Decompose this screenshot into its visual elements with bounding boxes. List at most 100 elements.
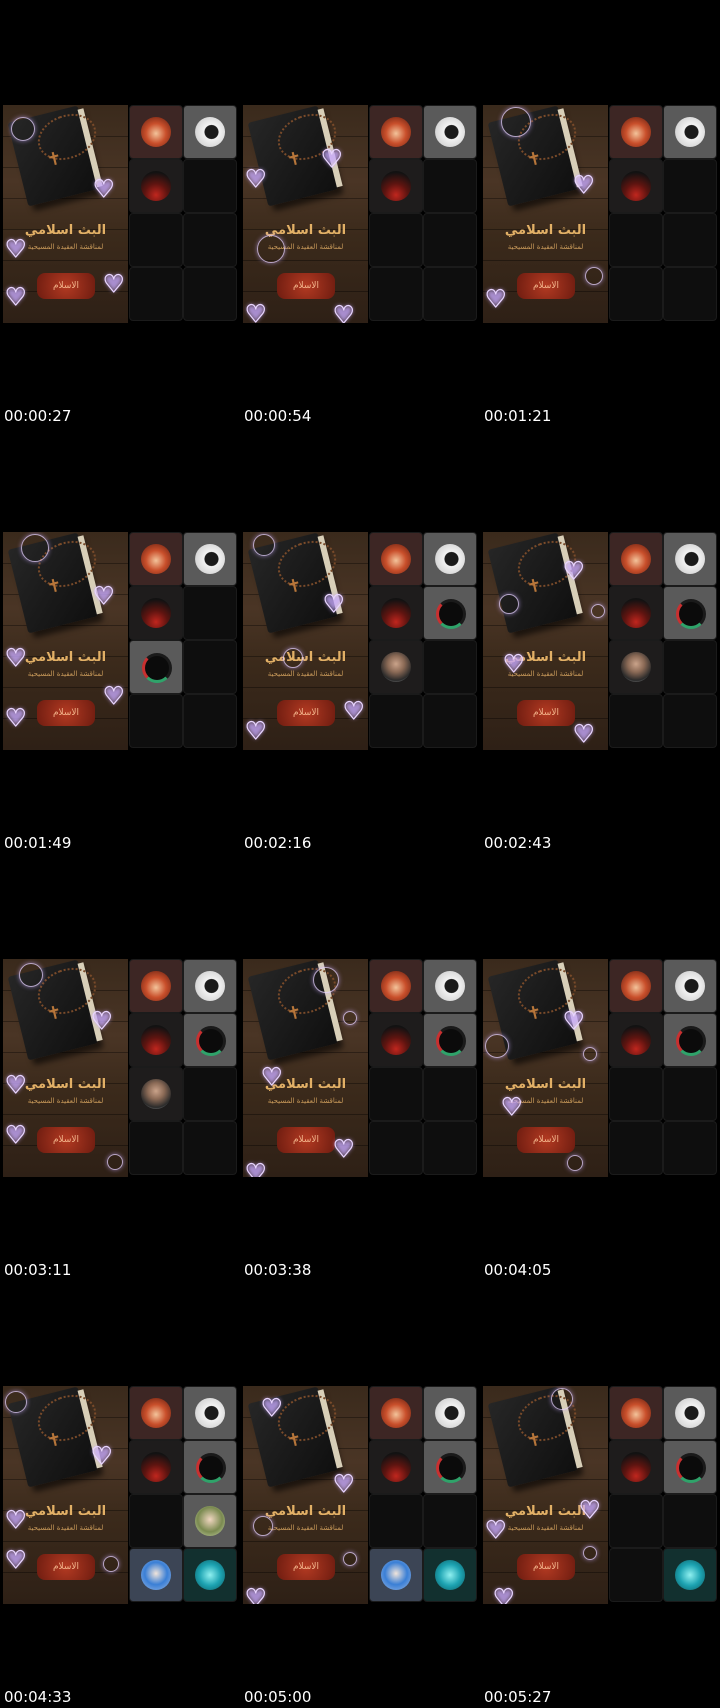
participant-tile[interactable] [129,159,183,213]
video-frame: ✝ البث اسلامي لمناقشة العقيدة المسيحية الاس… [3,1386,237,1604]
participant-tile[interactable] [129,1386,183,1440]
participant-tile[interactable] [609,959,663,1013]
participant-tile[interactable] [369,640,423,694]
participant-tile[interactable] [609,532,663,586]
poster-badge: الاسلام [277,273,335,299]
participant-tile[interactable] [663,1013,717,1067]
bubble-icon [343,1011,357,1025]
participant-tile[interactable] [183,532,237,586]
avatar [141,598,171,628]
empty-tile [183,640,237,694]
participant-tile[interactable] [609,1386,663,1440]
video-frame: ✝ البث اسلامي لمناقشة العقيدة المسيحية الاس… [3,105,237,323]
empty-tile [369,1121,423,1175]
avatar [436,1026,466,1056]
avatar [141,1398,171,1428]
participant-tile[interactable] [423,1386,477,1440]
empty-tile [609,1548,663,1602]
participant-tile[interactable] [609,1013,663,1067]
participant-tile[interactable] [129,959,183,1013]
heart-icon: ♥ [332,300,355,323]
bubble-icon [283,648,303,668]
participant-tile[interactable] [663,959,717,1013]
participant-tile[interactable] [663,1386,717,1440]
heart-icon: ♥ [92,581,115,610]
participant-tile[interactable] [129,1440,183,1494]
participant-tile[interactable] [129,1067,183,1121]
participant-tile[interactable] [663,1548,717,1602]
bubble-icon [257,235,285,263]
heart-icon: ♥ [4,643,27,672]
participant-tile[interactable] [423,105,477,159]
participant-tile[interactable] [369,105,423,159]
participant-tile[interactable] [369,586,423,640]
participant-tile[interactable] [129,1548,183,1602]
heart-icon: ♥ [502,649,525,678]
timestamp-label: 00:00:27 [4,407,72,425]
participant-tile[interactable] [129,532,183,586]
bubble-icon [583,1546,597,1560]
participant-tile[interactable] [183,1386,237,1440]
participant-tile[interactable] [663,105,717,159]
participant-tile[interactable] [369,532,423,586]
participant-tile[interactable] [369,1440,423,1494]
timestamp-label: 00:01:49 [4,834,72,852]
avatar [675,971,705,1001]
participant-tile[interactable] [423,1440,477,1494]
participant-tile[interactable] [609,159,663,213]
stream-poster: ✝ البث اسلامي لمناقشة العقيدة المسيحية الاس… [3,959,128,1177]
participant-tile[interactable] [183,1548,237,1602]
timestamp-label: 00:02:16 [244,834,312,852]
stream-poster: ✝ البث اسلامي لمناقشة العقيدة المسيحية الاس… [243,105,368,323]
participant-tile[interactable] [183,1440,237,1494]
participant-tile[interactable] [609,105,663,159]
bubble-icon [567,1155,583,1171]
participant-tile[interactable] [129,1013,183,1067]
heart-icon: ♥ [320,144,343,173]
participant-tile[interactable] [609,640,663,694]
poster-subtitle: لمناقشة العقيدة المسيحية [267,670,344,678]
poster-title: البث اسلامي [264,650,347,665]
participant-tile[interactable] [663,1440,717,1494]
participant-tile[interactable] [369,1386,423,1440]
empty-tile [369,694,423,748]
participant-tile[interactable] [369,1013,423,1067]
empty-tile [129,1494,183,1548]
participant-tile[interactable] [663,586,717,640]
empty-tile [663,1067,717,1121]
empty-tile [129,213,183,267]
wood-plank [483,260,608,261]
participant-tile[interactable] [183,1013,237,1067]
participant-tile[interactable] [369,1548,423,1602]
participant-tile[interactable] [423,532,477,586]
participant-tile[interactable] [183,959,237,1013]
participant-tile[interactable] [129,586,183,640]
participant-tile[interactable] [609,586,663,640]
participant-tile[interactable] [369,159,423,213]
participant-tile[interactable] [423,586,477,640]
participant-tile[interactable] [423,1013,477,1067]
wood-plank [3,1541,128,1542]
participant-tile[interactable] [129,640,183,694]
heart-icon: ♥ [90,1006,113,1035]
empty-tile [663,640,717,694]
avatar [435,1560,465,1590]
participant-tile[interactable] [369,959,423,1013]
participant-tile[interactable] [423,959,477,1013]
avatar [675,117,705,147]
participant-tile[interactable] [609,1440,663,1494]
participant-tile[interactable] [129,105,183,159]
empty-tile [183,586,237,640]
participant-tile[interactable] [423,1548,477,1602]
empty-tile [183,159,237,213]
avatar [195,544,225,574]
video-frame: ✝ البث اسلامي لمناقشة العقيدة المسيحية الاس… [243,1386,477,1604]
avatar [195,1398,225,1428]
empty-tile [129,1121,183,1175]
participant-tile[interactable] [663,532,717,586]
poster-subtitle: لمناقشة العقيدة المسيحية [267,1097,344,1105]
empty-tile [663,1494,717,1548]
participant-tile[interactable] [183,105,237,159]
heart-icon: ♥ [4,1545,27,1574]
participant-tile[interactable] [183,1494,237,1548]
